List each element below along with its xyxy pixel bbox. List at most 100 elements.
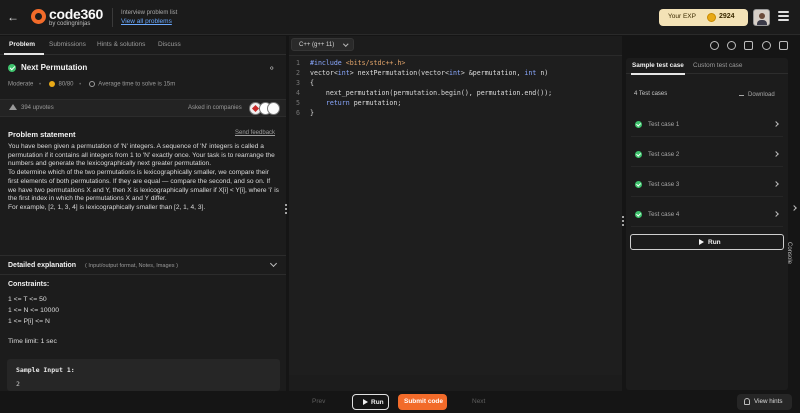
next-button[interactable]: Next	[472, 398, 485, 405]
copy-icon[interactable]	[744, 41, 753, 50]
passed-check-icon	[635, 121, 642, 128]
fullscreen-icon[interactable]	[779, 41, 788, 50]
run-tests-button[interactable]: Run	[630, 234, 784, 250]
passed-check-icon	[635, 181, 642, 188]
test-case-label: Test case 3	[648, 181, 680, 188]
section-divider	[0, 274, 286, 275]
active-tab-indicator	[631, 73, 685, 75]
clock-icon	[88, 81, 95, 87]
tab-hints-solutions[interactable]: Hints & solutions	[97, 41, 145, 48]
tab-custom-test-case[interactable]: Custom test case	[693, 62, 742, 69]
constraint-line: 1 <= N <= 10000	[8, 307, 60, 314]
hamburger-menu-icon[interactable]	[778, 11, 789, 21]
constraint-line: 1 <= P[i] <= N	[8, 318, 50, 325]
avg-time: Average time to solve is 15m	[98, 81, 176, 88]
time-limit: Time limit: 1 sec	[8, 338, 57, 345]
left-resize-handle[interactable]	[285, 204, 287, 216]
console-rail[interactable]	[789, 58, 800, 390]
language-label: C++ (g++ 11)	[299, 42, 335, 48]
statement-paragraph: To determine which of the two permutatio…	[8, 169, 279, 203]
tab-discuss[interactable]: Discuss	[158, 41, 181, 48]
test-case-panel: Sample test case Custom test case 4 Test…	[626, 58, 788, 390]
statement-heading: Problem statement	[8, 130, 76, 139]
meta-separator: •	[79, 81, 82, 88]
sample-input-value: 2	[16, 380, 20, 388]
code360-logo-icon[interactable]	[31, 9, 46, 24]
view-hints-button[interactable]: View hints	[737, 394, 792, 410]
code-line[interactable]: {	[310, 79, 314, 87]
lightbulb-icon	[744, 398, 750, 405]
logo-text[interactable]: code360	[49, 6, 103, 22]
test-case-row[interactable]: Test case 1	[631, 114, 783, 137]
code-line[interactable]: #include <bits/stdc++.h>	[310, 59, 405, 67]
download-label: Download	[748, 92, 775, 98]
view-all-problems-link[interactable]: View all problems	[121, 18, 172, 25]
bottom-bar: Prev Run Submit code Next View hints	[0, 391, 800, 413]
constraints-title: Constraints:	[8, 281, 50, 288]
chevron-right-icon	[773, 151, 779, 157]
asked-in-label: Asked in companies	[188, 105, 242, 111]
send-feedback-link[interactable]: Send feedback	[235, 130, 275, 136]
test-case-row[interactable]: Test case 3	[631, 174, 783, 197]
company-logo-icon[interactable]	[267, 102, 280, 115]
code-editor-panel: C++ (g++ 11) 1 #include <bits/stdc++.h> …	[289, 36, 622, 396]
chevron-right-icon	[773, 181, 779, 187]
exp-label: Your EXP	[668, 13, 696, 20]
timer-icon[interactable]	[710, 41, 719, 50]
view-hints-label: View hints	[754, 398, 783, 405]
test-case-row[interactable]: Test case 2	[631, 144, 783, 167]
reset-icon[interactable]	[727, 41, 736, 50]
problem-tabs: Problem Submissions Hints & solutions Di…	[0, 36, 286, 55]
download-button[interactable]: Download	[739, 91, 775, 98]
line-number: 5	[296, 99, 300, 107]
tab-problem[interactable]: Problem	[9, 41, 35, 48]
sample-input-title: Sample Input 1:	[16, 366, 75, 374]
console-label[interactable]: Console	[786, 242, 792, 264]
passed-check-icon	[635, 151, 642, 158]
upvote-count: 394 upvotes	[21, 105, 54, 111]
line-number: 6	[296, 109, 300, 117]
language-select[interactable]: C++ (g++ 11)	[291, 38, 354, 51]
line-number: 1	[296, 59, 300, 67]
problem-header: Next Permutation ⚬ Moderate • 80/80 • Av…	[0, 56, 286, 96]
code-line[interactable]: return permutation;	[310, 99, 401, 107]
score-value: 80/80	[58, 81, 74, 88]
statement-paragraph: You have been given a permutation of 'N'…	[8, 143, 275, 168]
back-arrow-icon[interactable]: ←	[7, 10, 21, 24]
upvote-icon[interactable]	[9, 104, 17, 110]
breadcrumb-title: Interview problem list	[121, 10, 178, 16]
problem-panel: Problem Submissions Hints & solutions Di…	[0, 36, 286, 391]
code-line[interactable]: next_permutation(permutation.begin(), pe…	[310, 89, 552, 97]
problem-statement: You have been given a permutation of 'N'…	[8, 143, 280, 213]
settings-gear-icon[interactable]	[762, 41, 771, 50]
line-number: 3	[296, 79, 300, 87]
user-avatar[interactable]	[753, 9, 770, 26]
code-area[interactable]: 1 #include <bits/stdc++.h> 2 vector<int>…	[289, 55, 622, 396]
play-icon	[699, 239, 704, 245]
tab-submissions[interactable]: Submissions	[49, 41, 86, 48]
submit-code-button[interactable]: Submit code	[398, 394, 447, 410]
test-case-label: Test case 1	[648, 121, 680, 128]
exp-badge[interactable]: Your EXP 2924	[659, 9, 748, 26]
run-button[interactable]: Run	[352, 394, 389, 410]
right-resize-handle[interactable]	[622, 216, 624, 228]
problem-title: Next Permutation	[21, 63, 88, 72]
upvote-bar: 394 upvotes Asked in companies	[0, 99, 286, 117]
share-icon[interactable]: ⚬	[268, 63, 278, 73]
code-line[interactable]: }	[310, 109, 314, 117]
test-case-label: Test case 4	[648, 211, 680, 218]
tab-sample-test-case[interactable]: Sample test case	[632, 62, 684, 69]
active-tab-indicator	[4, 53, 44, 55]
line-number: 2	[296, 69, 300, 77]
chevron-right-icon	[773, 121, 779, 127]
chevron-down-icon[interactable]	[269, 259, 278, 268]
prev-button[interactable]: Prev	[312, 398, 325, 405]
test-case-row[interactable]: Test case 4	[631, 204, 783, 227]
detailed-explanation-toggle[interactable]: Detailed explanation	[8, 262, 76, 269]
chevron-down-icon	[343, 41, 349, 47]
code-line[interactable]: vector<int> nextPermutation(vector<int> …	[310, 69, 548, 77]
problem-meta: Moderate • 80/80 • Average time to solve…	[8, 81, 175, 88]
coin-icon	[707, 13, 716, 22]
test-case-count: 4 Test cases	[634, 91, 668, 97]
run-label: Run	[371, 399, 384, 406]
